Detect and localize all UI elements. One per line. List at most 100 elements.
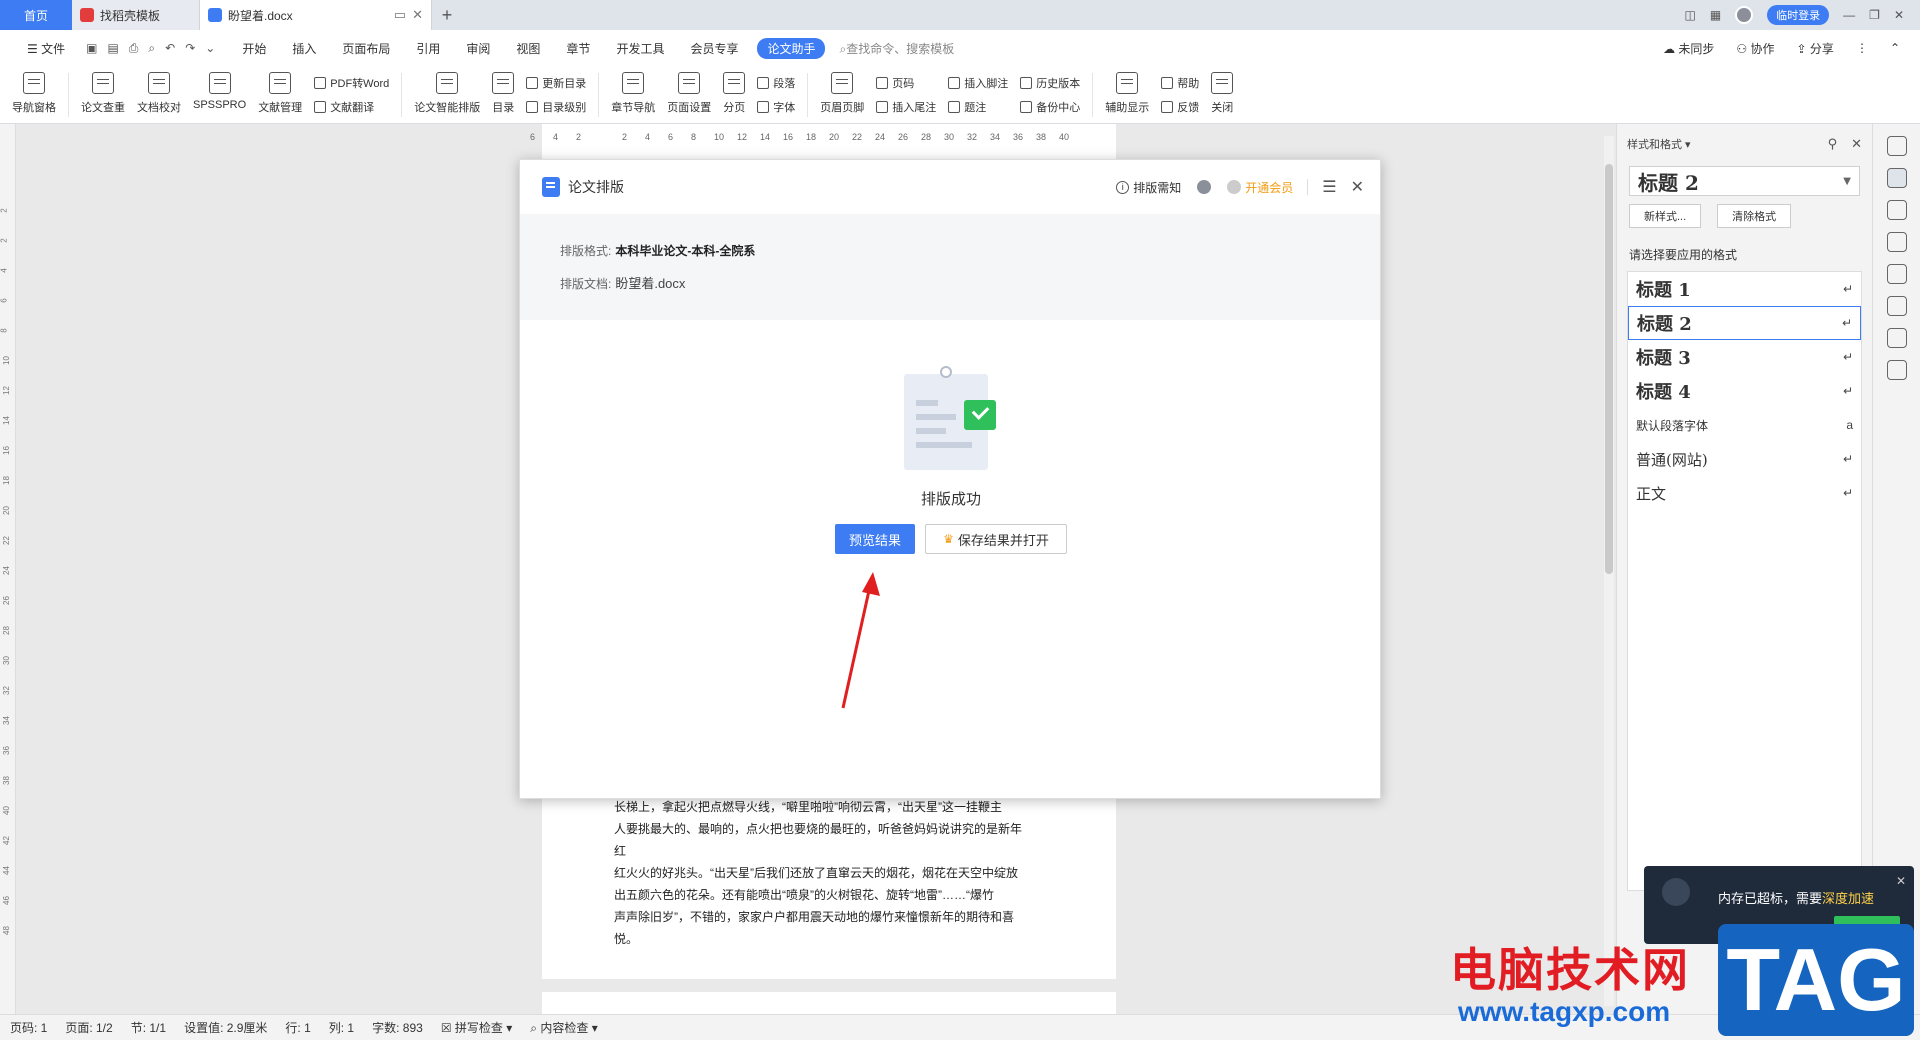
- status-col[interactable]: 列: 1: [329, 1019, 354, 1036]
- dialog-menu-icon[interactable]: ☰: [1322, 177, 1336, 197]
- toc-button[interactable]: 目录: [486, 68, 520, 122]
- menu-item[interactable]: 页面布局: [329, 40, 403, 57]
- menu-item[interactable]: 视图: [503, 40, 553, 57]
- style-item[interactable]: 默认段落字体 a: [1628, 408, 1861, 442]
- paragraph-button[interactable]: 段落: [757, 75, 795, 91]
- menu-item[interactable]: 引用: [403, 40, 453, 57]
- page-number-button[interactable]: 页码: [876, 75, 936, 91]
- sliders-icon[interactable]: [1886, 232, 1907, 252]
- dialog-avatar[interactable]: [1195, 178, 1214, 196]
- style-item[interactable]: 标题 1 ↵: [1628, 272, 1861, 306]
- pin-icon[interactable]: ▭: [394, 7, 406, 23]
- chapter-nav-button[interactable]: 章节导航: [605, 68, 661, 122]
- footnote-button[interactable]: 插入脚注: [948, 75, 1008, 91]
- dialog-close-icon[interactable]: ✕: [1351, 177, 1364, 197]
- plagiarism-check-button[interactable]: 论文查重: [75, 68, 131, 122]
- styles-panel-title[interactable]: 样式和格式 ▾: [1627, 136, 1691, 152]
- menu-item[interactable]: 开始: [229, 40, 279, 57]
- layout-notice-button[interactable]: i 排版需知: [1116, 179, 1181, 196]
- book-icon[interactable]: [1886, 328, 1907, 348]
- pin-panel-icon[interactable]: ⚲: [1828, 136, 1838, 152]
- close-panel-icon[interactable]: ✕: [1851, 136, 1862, 152]
- toc-level-button[interactable]: 目录级别: [526, 99, 586, 115]
- endnote-button[interactable]: 插入尾注: [876, 99, 936, 115]
- save-icon[interactable]: ▣: [86, 41, 97, 56]
- caption-button[interactable]: 题注: [948, 99, 1008, 115]
- status-page[interactable]: 页码: 1: [10, 1019, 47, 1036]
- spell-check-button[interactable]: ☒ 拼写检查 ▾: [441, 1019, 512, 1036]
- current-style-select[interactable]: 标题 2 ▼: [1629, 166, 1860, 196]
- preview-result-button[interactable]: 预览结果: [835, 524, 915, 554]
- close-tab-icon[interactable]: ✕: [412, 7, 423, 23]
- location-icon[interactable]: [1886, 296, 1907, 316]
- minimize-icon[interactable]: —: [1843, 8, 1855, 22]
- style-item[interactable]: 标题 4 ↵: [1628, 374, 1861, 408]
- close-window-icon[interactable]: ✕: [1894, 8, 1904, 22]
- rocket-icon[interactable]: [1886, 136, 1907, 156]
- more-icon[interactable]: ⌄: [205, 41, 215, 56]
- layout-icon[interactable]: ◫: [1684, 8, 1695, 22]
- status-pages[interactable]: 页面: 1/2: [65, 1019, 112, 1036]
- smart-layout-button[interactable]: 论文智能排版: [408, 68, 486, 122]
- nav-pane-button[interactable]: 导航窗格: [6, 68, 62, 122]
- command-search[interactable]: ⌕查找命令、搜索模板: [839, 40, 954, 57]
- style-item-selected[interactable]: 标题 2 ↵: [1628, 306, 1861, 340]
- collab-button[interactable]: ⚇ 协作: [1736, 40, 1774, 57]
- tab-template[interactable]: 找稻壳模板: [72, 0, 200, 30]
- menu-item[interactable]: 审阅: [453, 40, 503, 57]
- aux-display-button[interactable]: 辅助显示: [1099, 68, 1155, 122]
- redo-icon[interactable]: ↷: [185, 41, 195, 56]
- page-text[interactable]: 长梯上，拿起火把点燃导火线，“噼里啪啦”响彻云霄，“出天星”这一挂鞭主 人要挑最…: [614, 796, 1029, 950]
- grid-icon[interactable]: ▦: [1710, 8, 1721, 22]
- edit-style-icon[interactable]: [1886, 168, 1907, 188]
- menu-item[interactable]: 插入: [279, 40, 329, 57]
- spsspro-button[interactable]: SPSSPRO: [187, 68, 252, 122]
- menu-item[interactable]: 章节: [553, 40, 603, 57]
- proofread-button[interactable]: 文档校对: [131, 68, 187, 122]
- help-circle-icon[interactable]: [1886, 360, 1907, 380]
- share-button[interactable]: ⇪ 分享: [1797, 40, 1834, 57]
- more-menu-icon[interactable]: ⋮: [1856, 41, 1868, 55]
- status-setting[interactable]: 设置值: 2.9厘米: [184, 1019, 267, 1036]
- save-and-open-button[interactable]: ♛ 保存结果并打开: [925, 524, 1067, 554]
- menu-item[interactable]: 会员专享: [677, 40, 751, 57]
- horizontal-ruler[interactable]: 6 4 2 2 4 6 8 10 12 14 16 18 20 22 24 26 28 30 32 34 36 38 40: [530, 130, 1090, 146]
- new-style-button[interactable]: 新样式...: [1629, 204, 1702, 228]
- menu-item[interactable]: 开发工具: [603, 40, 677, 57]
- sync-button[interactable]: ☁ 未同步: [1663, 40, 1714, 57]
- undo-icon[interactable]: ↶: [165, 41, 175, 56]
- vertical-ruler[interactable]: 2 2 4 6 8 10 12 14 16 18 20 22 24 26 28 30 32 34 36 38 40 42 4…: [0, 124, 16, 1014]
- status-row[interactable]: 行: 1: [285, 1019, 310, 1036]
- reference-mgmt-button[interactable]: 文献管理: [252, 68, 308, 122]
- status-wordcount[interactable]: 字数: 893: [372, 1019, 423, 1036]
- close-ribbon-button[interactable]: 关闭: [1205, 68, 1239, 122]
- clear-format-button[interactable]: 清除格式: [1717, 204, 1792, 228]
- avatar[interactable]: [1735, 6, 1754, 24]
- header-footer-button[interactable]: 页眉页脚: [814, 68, 870, 122]
- font-button[interactable]: 字体: [757, 99, 795, 115]
- update-toc-button[interactable]: 更新目录: [526, 75, 586, 91]
- login-button[interactable]: 临时登录: [1767, 5, 1830, 25]
- pdf-to-word-button[interactable]: PDF转Word: [314, 75, 389, 91]
- tab-document[interactable]: 盼望着.docx ▭ ✕: [200, 0, 432, 30]
- page-break-button[interactable]: 分页: [717, 68, 751, 122]
- print-icon[interactable]: ⎙: [129, 41, 139, 56]
- maximize-icon[interactable]: ❐: [1869, 8, 1880, 22]
- new-tab-button[interactable]: +: [432, 0, 462, 30]
- page-setup-button[interactable]: 页面设置: [661, 68, 717, 122]
- vertical-scrollbar[interactable]: [1604, 136, 1614, 1006]
- export-icon[interactable]: ▤: [107, 41, 118, 56]
- collapse-ribbon-icon[interactable]: ⌃: [1890, 41, 1900, 55]
- style-item[interactable]: 正文 ↵: [1628, 476, 1861, 510]
- backup-cloud-icon[interactable]: [1886, 264, 1907, 284]
- history-button[interactable]: 历史版本: [1020, 75, 1080, 91]
- menu-item-thesis-assistant[interactable]: 论文助手: [757, 37, 826, 59]
- feedback-button[interactable]: 反馈: [1161, 99, 1199, 115]
- tab-home[interactable]: 首页: [0, 0, 72, 30]
- scrollbar-thumb[interactable]: [1605, 164, 1613, 574]
- style-item[interactable]: 普通(网站) ↵: [1628, 442, 1861, 476]
- status-section[interactable]: 节: 1/1: [131, 1019, 166, 1036]
- backup-button[interactable]: 备份中心: [1020, 99, 1080, 115]
- vip-button[interactable]: 开通会员: [1227, 179, 1293, 196]
- preview-icon[interactable]: ⌕: [148, 41, 155, 56]
